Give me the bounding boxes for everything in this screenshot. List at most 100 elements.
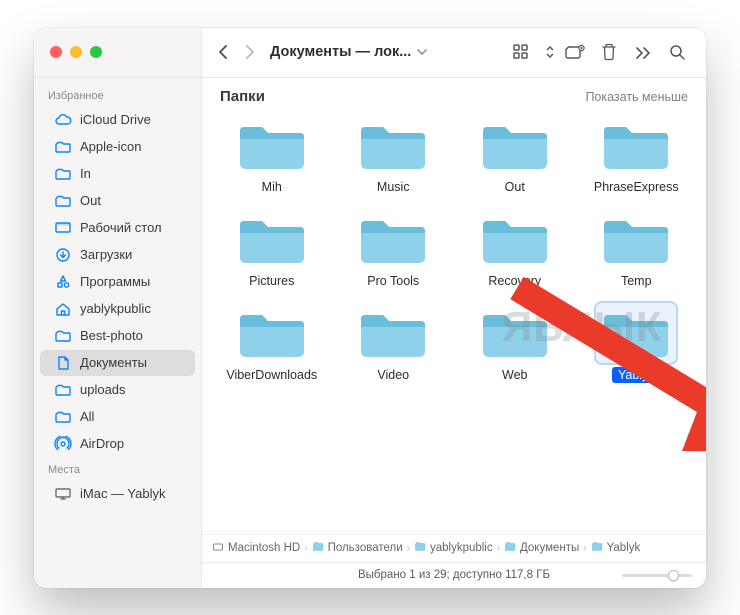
path-label: Пользователи <box>328 542 403 554</box>
sidebar-item-label: Best-photo <box>80 328 143 343</box>
folder-yablyk[interactable]: Yablyk <box>579 299 695 387</box>
sidebar-item-yablykpublic[interactable]: yablykpublic <box>40 296 195 322</box>
sidebar-item-in[interactable]: In <box>40 161 195 187</box>
path-segment--[interactable]: Пользователи <box>312 541 403 555</box>
section-toggle[interactable]: Показать меньше <box>585 90 688 104</box>
search-button[interactable] <box>660 36 694 68</box>
folder-icon <box>353 303 433 363</box>
sidebar-item--[interactable]: Программы <box>40 269 195 295</box>
folder-icon <box>54 165 72 183</box>
zoom-button[interactable] <box>90 46 102 58</box>
trash-button[interactable] <box>592 36 626 68</box>
display-icon <box>54 485 72 503</box>
folder-icon <box>596 303 676 363</box>
path-label: yablykpublic <box>430 542 493 554</box>
home-icon <box>54 300 72 318</box>
airdrop-icon <box>54 435 72 453</box>
folder-label: Out <box>499 179 531 195</box>
folder-icon <box>353 115 433 175</box>
path-label: Документы <box>520 542 579 554</box>
folder-icon <box>475 115 555 175</box>
sidebar-item-label: In <box>80 166 91 181</box>
sidebar-item-apple-icon[interactable]: Apple-icon <box>40 134 195 160</box>
folder-label: Pictures <box>243 273 300 289</box>
folder-icon <box>232 209 312 269</box>
title-disclosure[interactable] <box>417 48 427 56</box>
back-button[interactable] <box>210 36 236 68</box>
folder-label: Music <box>371 179 416 195</box>
disk-icon <box>212 541 224 556</box>
sidebar-item-label: Загрузки <box>80 247 132 262</box>
folder-mih[interactable]: Mih <box>214 111 330 199</box>
path-label: Yablyk <box>607 542 641 554</box>
folder-grid: Mih Music Out PhraseExpress Pictures Pro Tool… <box>202 107 706 534</box>
folder-icon <box>54 381 72 399</box>
folder-icon <box>54 138 72 156</box>
folder-phraseexpress[interactable]: PhraseExpress <box>579 111 695 199</box>
cloud-icon <box>54 111 72 129</box>
group-button[interactable] <box>558 36 592 68</box>
folder-label: Temp <box>615 273 658 289</box>
folder-icon <box>414 541 426 555</box>
sidebar-item-out[interactable]: Out <box>40 188 195 214</box>
path-segment-macintosh-hd[interactable]: Macintosh HD <box>212 541 300 556</box>
folder-label: Pro Tools <box>361 273 425 289</box>
sidebar-item-label: iCloud Drive <box>80 112 151 127</box>
folder-icon <box>54 192 72 210</box>
folder-icon <box>54 327 72 345</box>
folder-web[interactable]: Web <box>457 299 573 387</box>
folder-icon <box>353 209 433 269</box>
view-options-button[interactable] <box>542 36 558 68</box>
folder-label: Yablyk <box>612 367 661 383</box>
view-icons-button[interactable] <box>506 36 540 68</box>
sidebar-location-imac-yablyk[interactable]: iMac — Yablyk <box>40 481 195 507</box>
folder-pictures[interactable]: Pictures <box>214 205 330 293</box>
folder-label: Recovery <box>482 273 547 289</box>
sidebar-item--[interactable]: Загрузки <box>40 242 195 268</box>
sidebar-item-label: iMac — Yablyk <box>80 486 166 501</box>
status-text: Выбрано 1 из 29; доступно 117,8 ГБ <box>358 569 550 581</box>
minimize-button[interactable] <box>70 46 82 58</box>
sidebar-item--[interactable]: Документы <box>40 350 195 376</box>
close-button[interactable] <box>50 46 62 58</box>
path-segment-yablyk[interactable]: Yablyk <box>591 541 641 555</box>
documents-icon <box>54 354 72 372</box>
sidebar-item-best-photo[interactable]: Best-photo <box>40 323 195 349</box>
folder-video[interactable]: Video <box>336 299 452 387</box>
path-separator: › <box>304 543 307 554</box>
folder-icon <box>504 541 516 555</box>
content-area: Папки Показать меньше MihMusicOutPhraseE… <box>202 78 706 588</box>
sidebar-item-all[interactable]: All <box>40 404 195 430</box>
folder-icon <box>312 541 324 555</box>
path-bar: Macintosh HD › Пользователи › yablykpublic › Д… <box>202 534 706 562</box>
icon-size-slider[interactable] <box>622 574 692 577</box>
sidebar-item-uploads[interactable]: uploads <box>40 377 195 403</box>
folder-recovery[interactable]: Recovery <box>457 205 573 293</box>
sidebar-item-icloud-drive[interactable]: iCloud Drive <box>40 107 195 133</box>
downloads-icon <box>54 246 72 264</box>
sidebar-item-airdrop[interactable]: AirDrop <box>40 431 195 457</box>
path-separator: › <box>407 543 410 554</box>
folder-icon <box>232 115 312 175</box>
sidebar-item-label: Apple-icon <box>80 139 141 154</box>
sidebar-section-locations: Места <box>34 458 201 480</box>
path-segment--[interactable]: Документы <box>504 541 579 555</box>
folder-icon <box>232 303 312 363</box>
folder-out[interactable]: Out <box>457 111 573 199</box>
overflow-button[interactable] <box>626 36 660 68</box>
sidebar-item--[interactable]: Рабочий стол <box>40 215 195 241</box>
path-separator: › <box>583 543 586 554</box>
path-separator: › <box>497 543 500 554</box>
folder-pro-tools[interactable]: Pro Tools <box>336 205 452 293</box>
titlebar-sidebar-area <box>34 28 202 77</box>
forward-button[interactable] <box>236 36 262 68</box>
window-controls <box>50 46 102 58</box>
folder-music[interactable]: Music <box>336 111 452 199</box>
path-segment-yablykpublic[interactable]: yablykpublic <box>414 541 493 555</box>
window-title: Документы — лок... <box>270 44 411 60</box>
desktop-icon <box>54 219 72 237</box>
folder-label: Video <box>371 367 415 383</box>
folder-icon <box>475 209 555 269</box>
folder-viberdownloads[interactable]: ViberDownloads <box>214 299 330 387</box>
folder-temp[interactable]: Temp <box>579 205 695 293</box>
